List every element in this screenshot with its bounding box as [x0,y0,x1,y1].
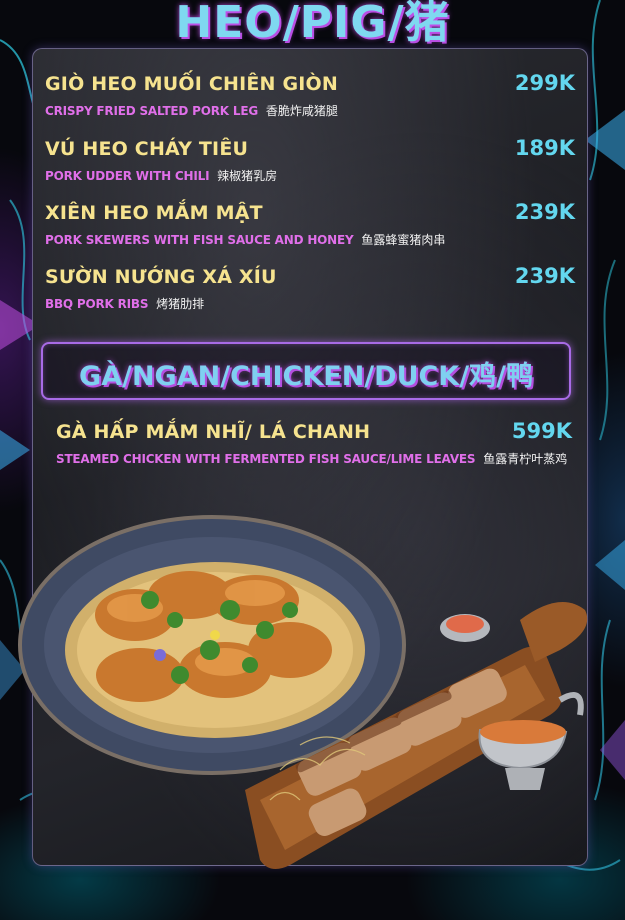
item-price: 239K [514,200,575,224]
item-description-zh: 辣椒猪乳房 [217,169,278,183]
page-title: HEO/PIG/猪 [175,0,450,48]
item-description: STEAMED CHICKEN WITH FERMENTED FISH SAUC… [56,450,567,467]
item-description-zh: 鱼露蜂蜜猪肉串 [361,233,446,247]
item-price: 299K [514,71,575,95]
item-name: GÀ HẤP MẮM NHĨ/ LÁ CHANH [56,421,371,443]
item-description-zh: 鱼露青柠叶蒸鸡 [483,452,568,466]
section-header-box: GÀ/NGAN/CHICKEN/DUCK/鸡/鸭 [41,342,571,400]
section-title: GÀ/NGAN/CHICKEN/DUCK/鸡/鸭 [79,361,533,392]
chicken-plate-image [18,515,406,775]
item-description: BBQ PORK RIBS 烤猪肋排 [45,295,204,312]
menu-page: HEO/PIG/猪 GIÒ HEO MUỐI CHIÊN GIÒN 299K C… [0,0,625,920]
item-name: XIÊN HEO MẮM MẬT [45,202,263,224]
item-price: 599K [511,419,572,443]
item-description-en: BBQ PORK RIBS [45,297,149,311]
item-price: 189K [514,136,575,160]
item-description: CRISPY FRIED SALTED PORK LEG 香脆炸咸猪腿 [45,102,338,119]
item-description-en: STEAMED CHICKEN WITH FERMENTED FISH SAUC… [56,452,476,466]
item-description-en: PORK SKEWERS WITH FISH SAUCE AND HONEY [45,233,354,247]
item-name: VÚ HEO CHÁY TIÊU [45,138,249,160]
item-name: GIÒ HEO MUỐI CHIÊN GIÒN [45,73,338,95]
item-description: PORK UDDER WITH CHILI 辣椒猪乳房 [45,167,277,184]
item-description-en: PORK UDDER WITH CHILI [45,169,210,183]
item-description-en: CRISPY FRIED SALTED PORK LEG [45,104,258,118]
food-photo [18,515,588,869]
item-price: 239K [514,264,575,288]
item-name: SƯỜN NƯỚNG XÁ XÍU [45,266,277,288]
item-description-zh: 烤猪肋排 [156,297,205,311]
item-description-zh: 香脆炸咸猪腿 [265,104,338,118]
item-description: PORK SKEWERS WITH FISH SAUCE AND HONEY 鱼… [45,231,445,248]
